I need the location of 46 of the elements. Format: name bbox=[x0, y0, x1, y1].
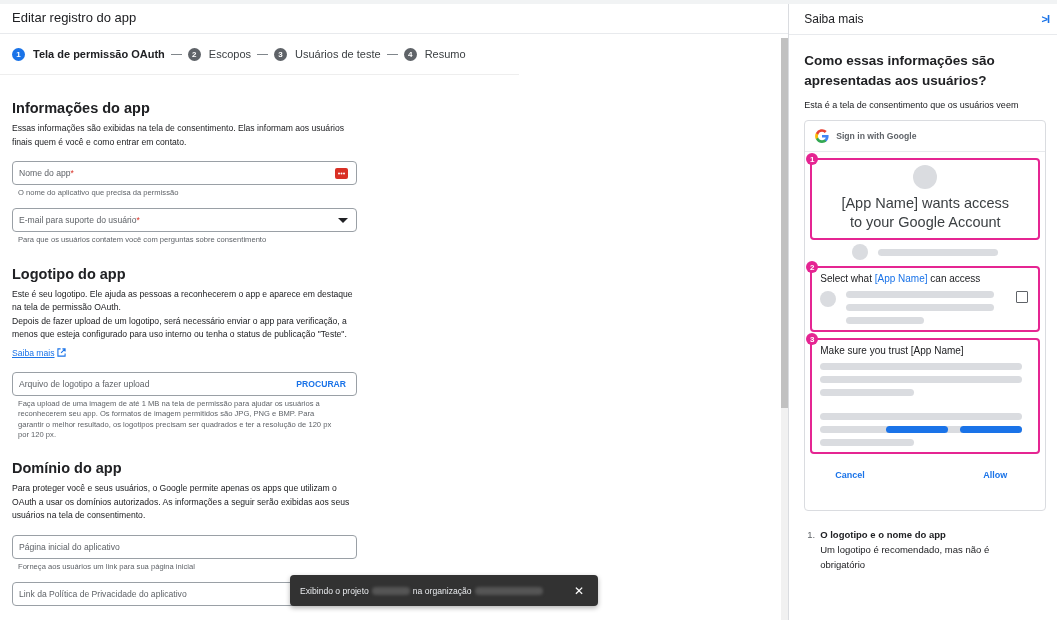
browse-button[interactable]: PROCURAR bbox=[294, 376, 348, 391]
section-heading: Logotipo do app bbox=[12, 265, 127, 282]
redacted-text bbox=[474, 586, 543, 595]
section-description: Essas informações são exibidas na tela de consentimento. Elas informam aos usuários finais quem é você e como entrar em contato. bbox=[12, 122, 345, 149]
trust-title: Make sure you trust [App Name] bbox=[820, 345, 965, 356]
scrollbar-thumb[interactable] bbox=[781, 38, 789, 408]
number-badge: 2 bbox=[806, 261, 819, 273]
snackbar-text: na organização bbox=[412, 585, 472, 596]
panel-heading: Como essas informações são apresentadas aos usuários? bbox=[804, 52, 996, 90]
allow-label: Allow bbox=[983, 470, 1008, 480]
dropdown-caret-icon bbox=[338, 217, 348, 223]
file-upload-field[interactable]: Arquivo de logotipo a fazer upload PROCURAR bbox=[12, 371, 357, 396]
text-field[interactable]: Página inicial do aplicativo bbox=[12, 534, 357, 559]
step-tab[interactable]: 3 Usuários de teste bbox=[274, 47, 381, 61]
list-number: 1. bbox=[807, 528, 816, 542]
page-title: Editar registro do app bbox=[12, 10, 137, 25]
sign-in-label: Sign in with Google bbox=[836, 131, 917, 141]
section-description: Depois de fazer upload de um logotipo, será necessário enviar o app para verificação, a menos que esteja configurado para uso interno ou tenha o status de publicação "Teste". bbox=[12, 314, 348, 342]
panel-title: Saiba mais bbox=[804, 12, 864, 26]
section-description: Este é seu logotipo. Ele ajuda as pessoas a reconhecerem o app e aparece em destaque na tela de permissão OAuth. bbox=[12, 287, 354, 315]
checkbox-placeholder bbox=[1016, 291, 1029, 303]
step-tab[interactable]: 1 Tela de permissão OAuth bbox=[12, 47, 165, 61]
section-heading: Domínio do app bbox=[12, 460, 123, 477]
section-heading: Informações do app bbox=[12, 100, 151, 116]
collapse-panel-button[interactable]: >I bbox=[1039, 13, 1051, 25]
text-field[interactable]: Nome do app* bbox=[12, 161, 357, 185]
panel-description: Esta é a tela de consentimento que os usuários veem bbox=[804, 99, 1020, 112]
external-link-icon bbox=[56, 348, 66, 358]
access-request-text: [App Name] wants access to your Google Account bbox=[840, 194, 1011, 232]
avatar-placeholder bbox=[852, 244, 869, 260]
avatar-placeholder bbox=[913, 165, 938, 189]
avatar-placeholder bbox=[820, 291, 837, 307]
step-tab[interactable]: 2 Escopos bbox=[187, 47, 252, 61]
note-text: Um logotipo é recomendado, mas não é obrigatório bbox=[820, 543, 991, 572]
learn-more-link[interactable]: Saiba mais bbox=[12, 347, 66, 358]
close-button[interactable]: ✕ bbox=[570, 583, 588, 598]
step-tab[interactable]: 4 Resumo bbox=[403, 47, 466, 61]
google-logo-icon bbox=[815, 129, 830, 143]
redacted-text bbox=[371, 586, 410, 595]
note-title: O logotipo e o nome do app bbox=[820, 528, 947, 542]
scope-title: Select what [App Name] can access bbox=[820, 273, 982, 284]
section-description: Para proteger você e seus usuários, o Google permite apenas os apps que utilizam o OAuth a usar os domínios autorizados. As informações a seguir serão exibidas aos seus usuários na tela de consentimento. bbox=[12, 482, 351, 523]
number-badge: 1 bbox=[806, 153, 819, 165]
cancel-label: Cancel bbox=[835, 470, 865, 480]
number-badge: 3 bbox=[806, 333, 819, 345]
dropdown-field[interactable]: E-mail para suporte do usuário* bbox=[12, 208, 357, 233]
